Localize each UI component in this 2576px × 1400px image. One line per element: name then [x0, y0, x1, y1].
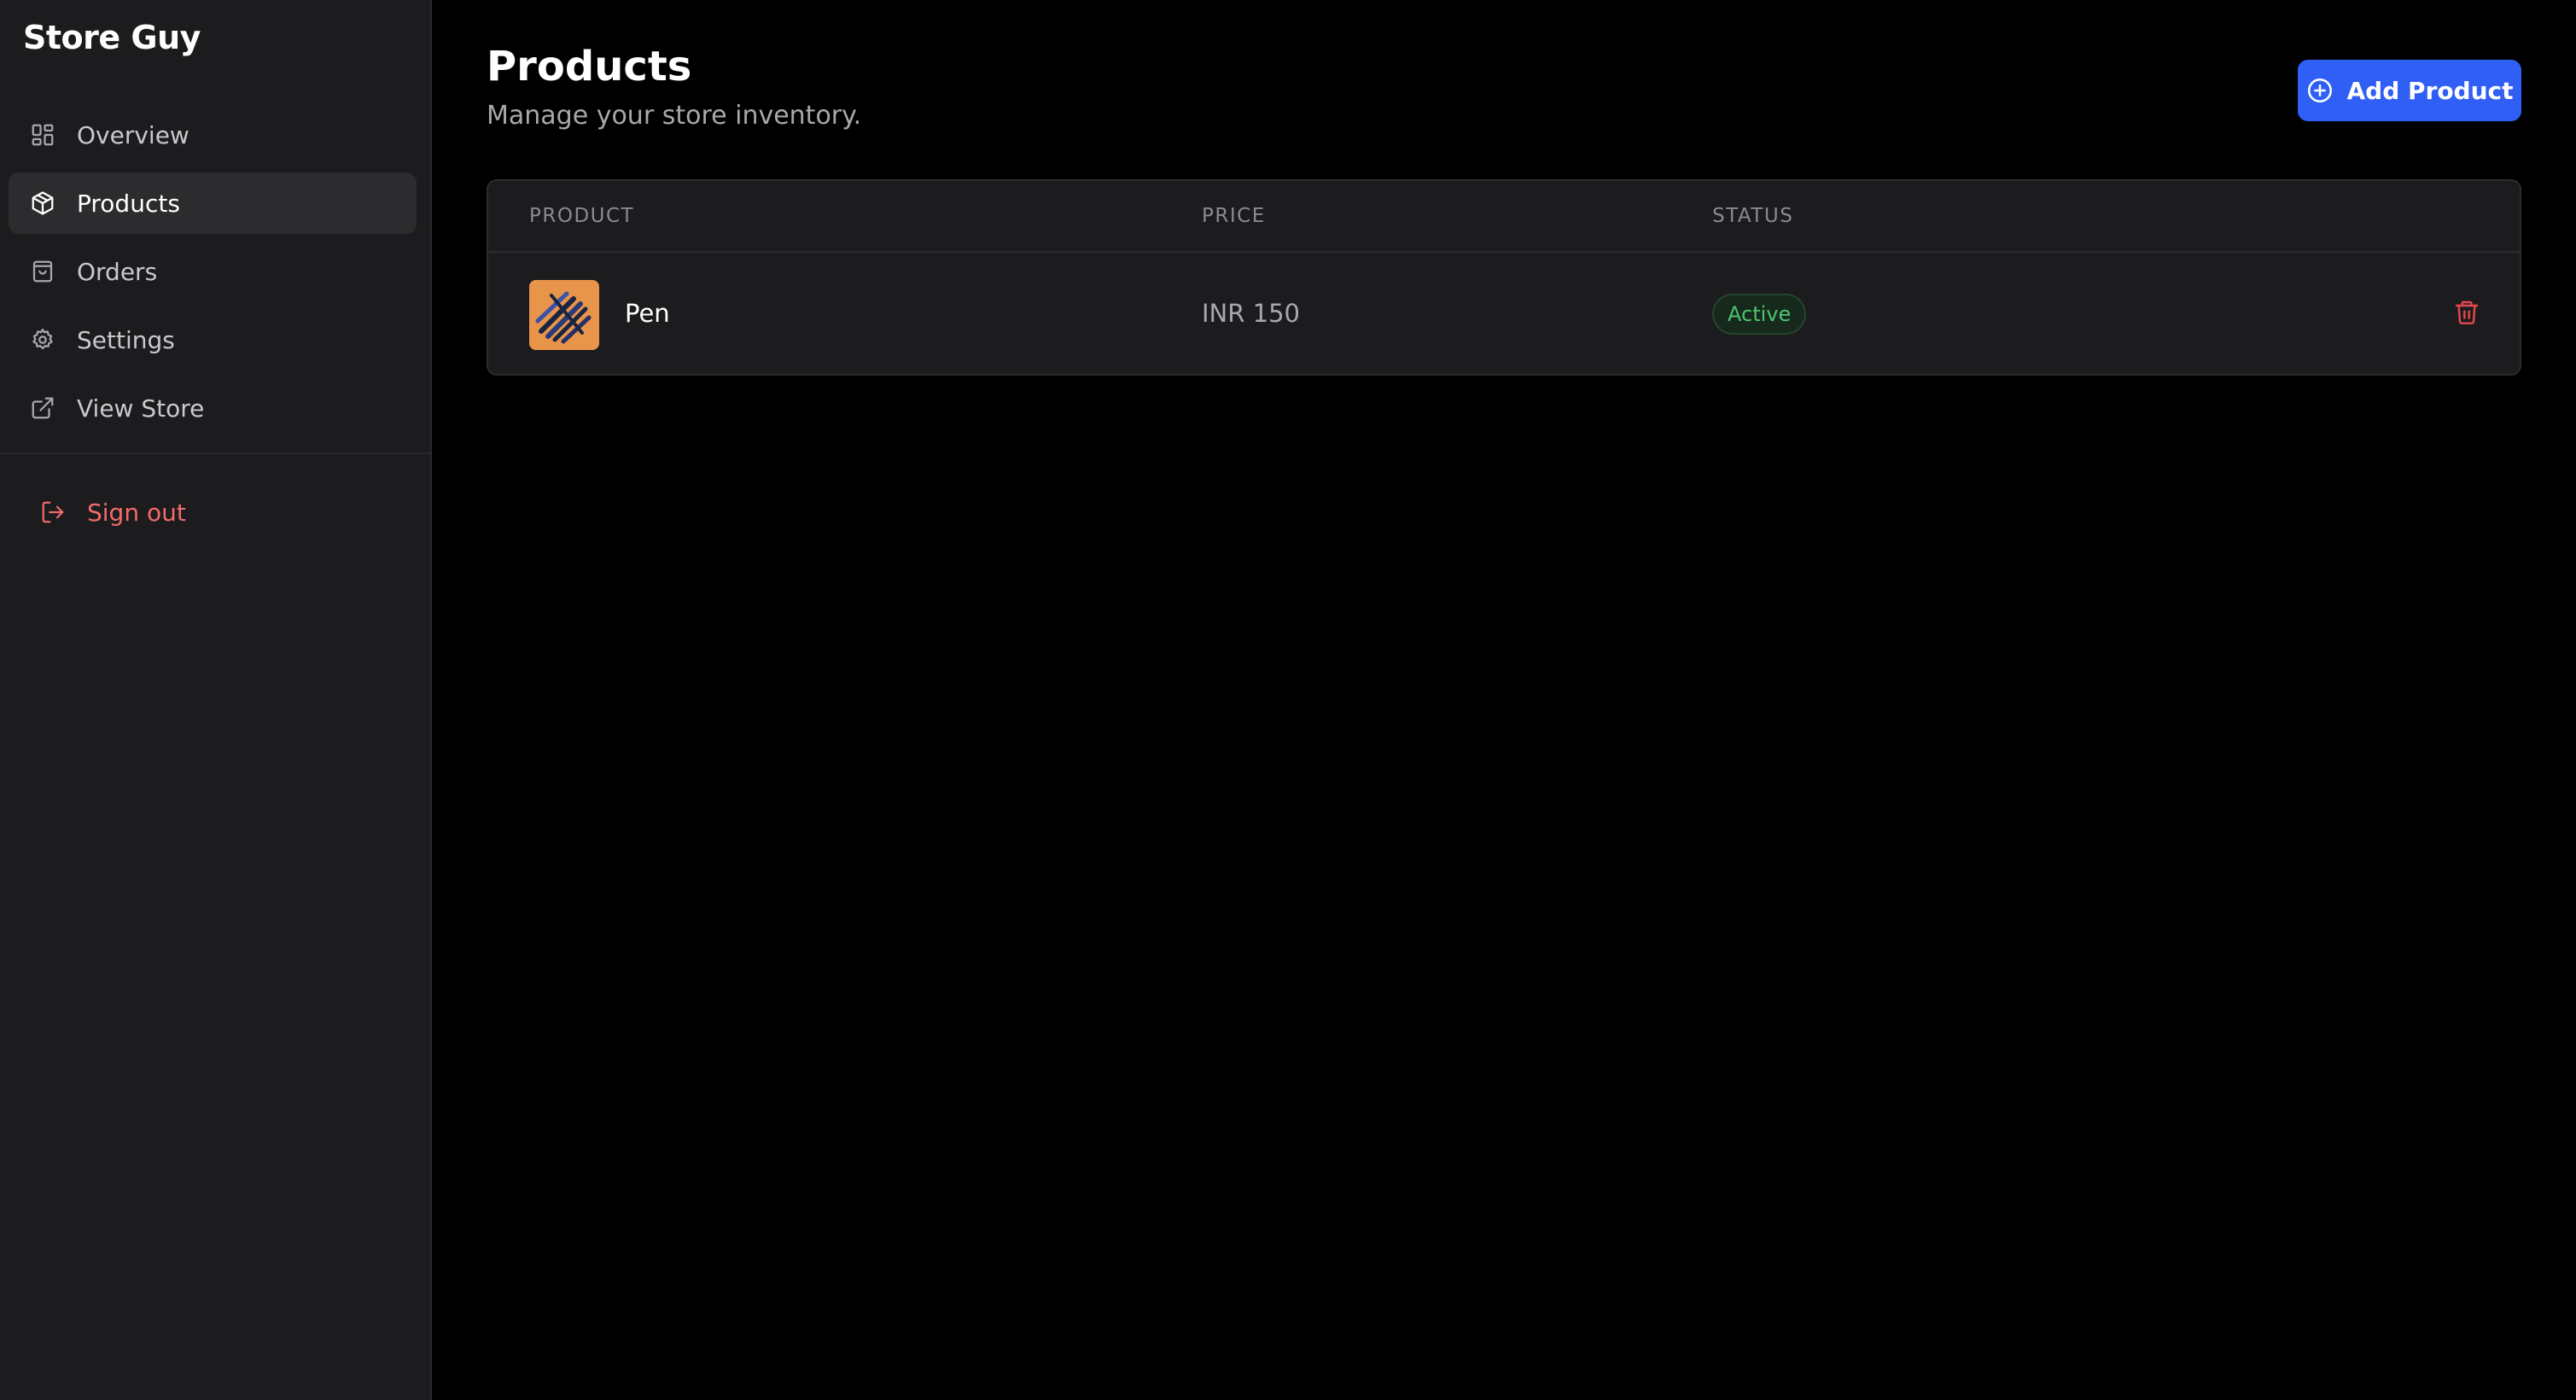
sidebar-item-label: Settings [77, 325, 175, 354]
table-header: PRODUCT PRICE STATUS [488, 181, 2520, 253]
column-header-product: PRODUCT [529, 205, 635, 227]
products-table: PRODUCT PRICE STATUS Pen INR 150 Active [487, 179, 2521, 376]
add-product-label: Add Product [2346, 76, 2514, 105]
column-header-status: STATUS [1712, 205, 1794, 227]
grid-icon [29, 121, 56, 149]
column-header-price: PRICE [1202, 205, 1266, 227]
delete-product-button[interactable] [2450, 294, 2484, 331]
plus-circle-icon [2305, 76, 2334, 105]
add-product-button[interactable]: Add Product [2298, 60, 2521, 121]
shopping-bag-icon [29, 258, 56, 285]
sidebar-item-overview[interactable]: Overview [9, 104, 417, 166]
app-root: Store Guy Overview Products Orders Setti… [0, 0, 2576, 1400]
sidebar-nav: Overview Products Orders Settings View S… [9, 104, 417, 446]
sidebar: Store Guy Overview Products Orders Setti… [0, 0, 432, 1400]
main-content: Products Manage your store inventory. Ad… [432, 0, 2576, 1400]
sign-out-button[interactable]: Sign out [39, 491, 186, 534]
sidebar-divider [0, 452, 432, 454]
product-price: INR 150 [1202, 299, 1300, 328]
sidebar-item-products[interactable]: Products [9, 172, 417, 234]
page-title: Products [487, 43, 692, 90]
package-icon [29, 190, 56, 217]
sidebar-item-label: Products [77, 189, 180, 218]
trash-icon [2453, 298, 2480, 327]
gear-icon [29, 326, 56, 353]
product-name[interactable]: Pen [625, 299, 670, 328]
status-badge: Active [1712, 294, 1807, 335]
sidebar-item-orders[interactable]: Orders [9, 241, 417, 302]
sidebar-item-view-store[interactable]: View Store [9, 377, 417, 439]
sidebar-item-label: Orders [77, 257, 158, 286]
sign-out-label: Sign out [87, 498, 186, 527]
sidebar-item-label: Overview [77, 120, 189, 149]
page-subtitle: Manage your store inventory. [487, 101, 862, 131]
brand-name: Store Guy [23, 19, 201, 56]
sign-out-icon [39, 499, 67, 526]
table-row[interactable]: Pen INR 150 Active [488, 253, 2520, 374]
external-link-icon [29, 394, 56, 422]
product-thumbnail [529, 280, 599, 350]
sidebar-item-settings[interactable]: Settings [9, 309, 417, 370]
sidebar-item-label: View Store [77, 394, 205, 423]
